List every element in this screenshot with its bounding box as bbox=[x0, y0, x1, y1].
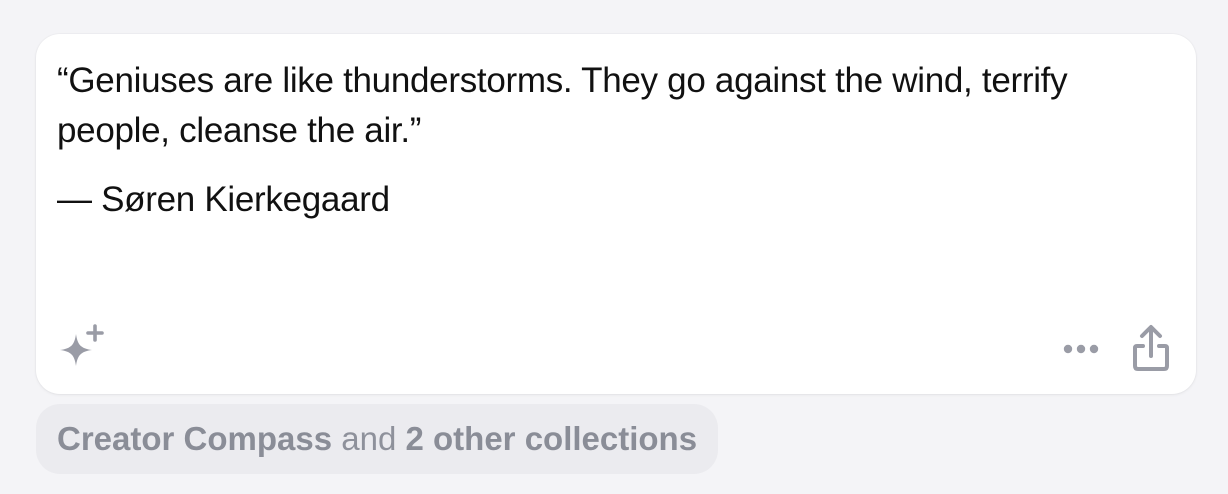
other-collections-count: 2 other collections bbox=[405, 420, 698, 457]
ellipsis-icon bbox=[1063, 344, 1099, 354]
more-button[interactable] bbox=[1056, 328, 1106, 370]
collections-connector: and bbox=[332, 420, 406, 457]
sparkles-button[interactable] bbox=[54, 324, 110, 380]
primary-collection: Creator Compass bbox=[57, 420, 333, 457]
share-button[interactable] bbox=[1124, 322, 1178, 376]
quote-author: — Søren Kierkegaard bbox=[57, 180, 390, 219]
quote-card: “Geniuses are like thunderstorms. They g… bbox=[36, 34, 1196, 394]
quote-text: “Geniuses are like thunderstorms. They g… bbox=[57, 61, 1068, 150]
sparkles-icon bbox=[60, 324, 104, 366]
collections-pill[interactable]: Creator Compass and 2 other collections bbox=[36, 404, 719, 474]
share-icon bbox=[1133, 325, 1169, 371]
